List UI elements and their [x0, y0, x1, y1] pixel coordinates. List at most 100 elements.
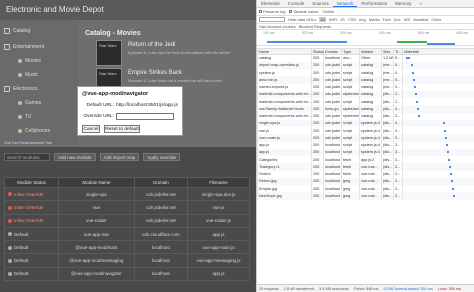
reset-default-button[interactable]: Reset to default [104, 125, 140, 133]
sidebar-item[interactable]: TV [18, 114, 31, 120]
devtools-tab[interactable]: Network [332, 0, 358, 7]
network-request-row[interactable]: material-components-web.mi... 200 cdn.jsde… [257, 90, 474, 98]
blocked-option[interactable]: Blocked Requests [299, 24, 331, 29]
network-request-row[interactable]: import-map-overrides.js 200 cdn.jsdel... sc… [257, 61, 474, 69]
network-request-row[interactable]: Empire.jpg 200 localhost jpeg vue-mai... (dis… [257, 185, 474, 193]
network-request-row[interactable]: system.js 200 cdn.jsdel... script catalog (me… [257, 69, 474, 77]
network-request-row[interactable]: Categories 200 localhost fetch app.js:2 (dis.… [257, 156, 474, 164]
devtools-tab[interactable]: Elements [257, 0, 284, 7]
devtools-tab[interactable]: Sources [308, 0, 333, 7]
request-name: amd.min.js [257, 76, 312, 84]
filter-input[interactable] [259, 17, 285, 22]
sidebar-item[interactable]: Cellphones [18, 128, 50, 134]
request-time: 2... [393, 170, 403, 178]
network-request-row[interactable]: material-components-web.mi... 200 cdn.jsde… [257, 112, 474, 120]
filter-type[interactable]: Hide data URLs [288, 17, 316, 22]
timeline-tick: 400 ms [379, 31, 391, 35]
network-request-row[interactable]: material-components-web.mi... 200 cdn.jsde… [257, 98, 474, 106]
waterfall-bar [453, 194, 455, 197]
sidebar-item[interactable]: Movies [18, 58, 41, 64]
network-request-row[interactable]: Orders 200 localhost fetch vue-mai... (dis...… [257, 170, 474, 178]
filter-type[interactable]: Img [359, 17, 366, 22]
toolbar-option[interactable]: Preserve log [259, 9, 285, 14]
waterfall-bar [417, 107, 419, 110]
request-initiator: catalog [359, 98, 382, 106]
network-request-row[interactable]: catalog 200 localhost doc... Other 1.2 kB 5... [257, 54, 474, 62]
filter-type[interactable]: JS [340, 17, 345, 22]
request-type: doc... [341, 54, 360, 62]
network-request-row[interactable]: amd.min.js 200 cdn.jsdel... script catalog (m… [257, 76, 474, 84]
toolbar-option[interactable]: Disable cache [289, 9, 319, 14]
sidebar-item[interactable]: Electronics [4, 86, 37, 92]
module-row[interactable]: Default @vue-app-mod/messaging localhost vu… [4, 253, 250, 268]
module-name: vue-router [57, 213, 135, 228]
request-count: 20 requests [259, 286, 279, 291]
sidebar-item[interactable]: Music [18, 72, 38, 78]
module-status: Inline Override [14, 218, 44, 224]
sidebar-item[interactable]: Entertainment [4, 44, 44, 50]
network-request-row[interactable]: NewHope.jpg 200 localhost jpeg vue-mai... (di… [257, 192, 474, 200]
request-initiator: catalog [359, 105, 382, 113]
request-initiator: vue-mai... [359, 192, 382, 200]
network-request-row[interactable]: app.js 200 localhost script system.js:4 (dis.… [257, 141, 474, 149]
request-time: 2... [393, 98, 403, 106]
devtools-tab[interactable]: Console [284, 0, 309, 7]
module-row[interactable]: Default vue-app-nav cdn.cloudflare.com app.… [4, 226, 250, 242]
toolbar-option-label: Disable cache [293, 9, 319, 14]
toolbar-option[interactable]: Online [323, 9, 335, 14]
network-request-row[interactable]: named-exports.js 200 cdn.jsdel... script cat… [257, 83, 474, 91]
devtools-tab[interactable]: » [415, 0, 426, 7]
module-row[interactable]: Inline Override single-spa cdn.jsdelivr.ne… [4, 186, 250, 202]
module-row[interactable]: Inline Override vue-router cdn.jsdelivr.ne… [4, 213, 250, 228]
module-status: Default [14, 258, 29, 264]
filter-type[interactable]: WS [404, 17, 410, 22]
waterfall-bar [413, 78, 415, 81]
filter-type[interactable]: Media [369, 17, 380, 22]
sidebar-catalog-header[interactable]: Catalog [4, 28, 30, 34]
filter-type[interactable]: All [319, 17, 326, 22]
request-name: css?family=Material+Icons [257, 105, 312, 113]
request-initiator: catalog [359, 83, 382, 91]
network-request-row[interactable]: vue.js 200 cdn.jsdel... script system.js:4 (d… [257, 127, 474, 135]
load-time: Load: 358 ms [437, 286, 461, 291]
network-request-row[interactable]: app.js 200 localhost script system.js:4 (dis.… [257, 148, 474, 156]
network-overview-timeline[interactable]: 100 ms 200 ms 300 ms 400 ms 500 ms 600 ms [257, 30, 474, 46]
product-item[interactable]: Star Wars Return of the Jedi Episode 6, … [96, 40, 256, 68]
module-row[interactable]: Default @vue-app-mod/main localhost vue-app… [4, 240, 250, 255]
cancel-button[interactable]: Cancel [82, 125, 100, 133]
add-import-map-button[interactable]: Add import map [99, 153, 140, 161]
filter-type[interactable]: Doc [394, 17, 401, 22]
default-url-row: Default URL: http://localhost:8501/js/ap… [82, 103, 178, 108]
network-request-row[interactable]: Return.jpg 200 localhost jpeg vue-mai... (dis… [257, 177, 474, 185]
sidebar-item[interactable]: Games [18, 100, 41, 106]
apply-override-button[interactable]: Apply override [143, 153, 181, 161]
product-thumbnail: Star Wars [96, 40, 122, 66]
request-size: (dis... [381, 112, 394, 120]
network-request-row[interactable]: vue-router.js 200 cdn.jsdel... script system… [257, 134, 474, 142]
module-row[interactable]: Inline Override vue cdn.jsdelivr.net vue.js [4, 200, 250, 215]
override-url-input[interactable] [116, 113, 174, 120]
request-status: 200 [311, 192, 324, 200]
filter-type[interactable]: Other [431, 17, 441, 22]
network-request-row[interactable]: css?family=Material+Icons 200 fonts.go... s… [257, 105, 474, 113]
toolbar-option-label: Online [322, 9, 335, 14]
devtools-tabs: Elements Console Sources Network Performance… [257, 0, 474, 8]
filter-type[interactable]: CSS [348, 17, 356, 22]
request-type: script [341, 141, 360, 149]
blocked-option[interactable]: Has blocked cookies [259, 24, 296, 29]
network-request-row[interactable]: single-spa.js 200 cdn.jsdel... script system… [257, 119, 474, 127]
request-domain: cdn.jsdel... [323, 127, 342, 135]
filter-type[interactable]: Font [383, 17, 391, 22]
devtools-tab[interactable]: Memory [391, 0, 415, 7]
folder-icon [4, 44, 10, 50]
network-request-row[interactable]: Tcategory=1 200 localhost fetch vue-mai... (d… [257, 163, 474, 171]
filter-type[interactable]: Manifest [413, 17, 428, 22]
devtools-tab[interactable]: Performance [357, 0, 391, 7]
filter-type[interactable]: XHR [329, 17, 337, 22]
request-initiator: catalog [359, 90, 382, 98]
search-modules-input[interactable]: Search modules [4, 153, 50, 161]
sidebar-link[interactable]: Vue DevTools/Network Tab [4, 140, 52, 145]
request-size: (dis... [381, 156, 394, 164]
add-module-button[interactable]: Add new module [54, 153, 96, 161]
module-row[interactable]: Default @vue-app-mod/navigator localhost ap… [4, 266, 250, 282]
